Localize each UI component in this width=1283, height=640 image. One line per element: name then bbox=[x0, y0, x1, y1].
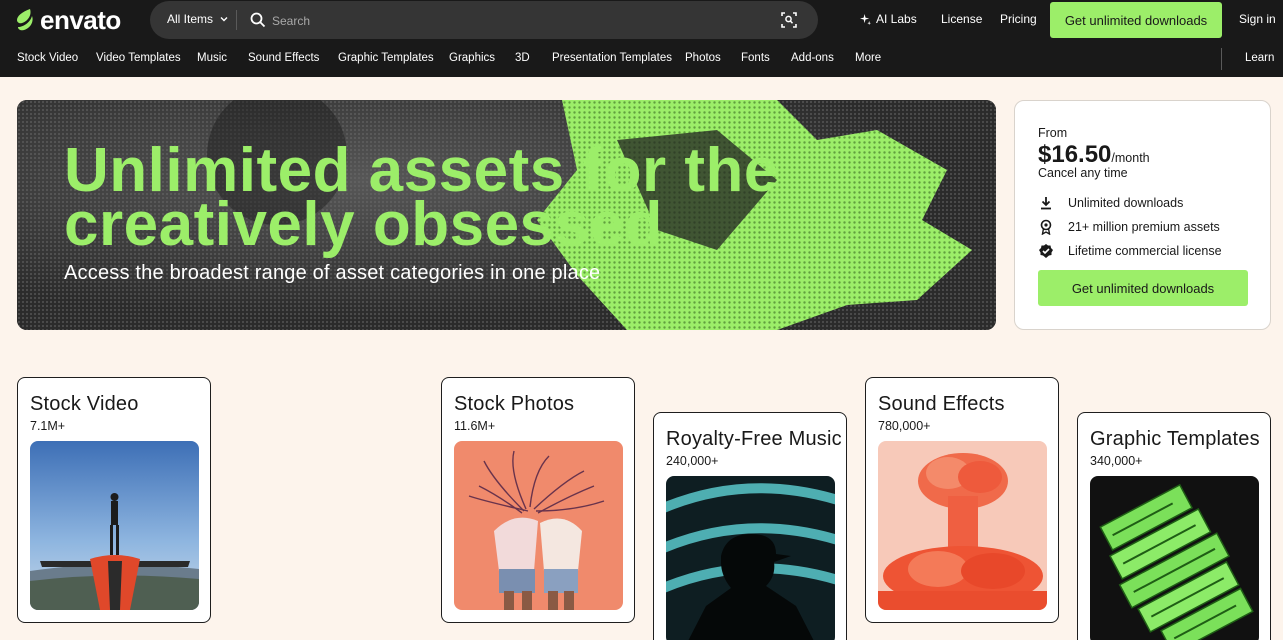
category-title: Stock Video bbox=[30, 393, 139, 415]
category-title: Sound Effects bbox=[878, 393, 1005, 415]
image-search-icon[interactable] bbox=[780, 11, 798, 29]
feature-label: Unlimited downloads bbox=[1068, 196, 1184, 210]
nav-music[interactable]: Music bbox=[197, 52, 227, 64]
price: $16.50 /month bbox=[1038, 141, 1150, 169]
feature-premium-assets: 21+ million premium assets bbox=[1038, 219, 1220, 235]
graphic-templates-thumbnail bbox=[1090, 476, 1259, 640]
feature-commercial-license: Lifetime commercial license bbox=[1038, 243, 1222, 259]
ai-labs-label: AI Labs bbox=[876, 12, 917, 26]
feature-label: Lifetime commercial license bbox=[1068, 244, 1222, 258]
nav-sound-effects[interactable]: Sound Effects bbox=[248, 52, 319, 64]
award-icon bbox=[1040, 219, 1052, 235]
nav-graphics[interactable]: Graphics bbox=[449, 52, 495, 64]
nav-divider bbox=[1221, 48, 1222, 70]
get-unlimited-downloads-button[interactable]: Get unlimited downloads bbox=[1050, 2, 1222, 38]
pricing-cta-button[interactable]: Get unlimited downloads bbox=[1038, 270, 1248, 306]
hero-banner: Unlimited assets for the creatively obse… bbox=[17, 100, 996, 330]
nav-stock-video[interactable]: Stock Video bbox=[17, 52, 78, 64]
category-count: 340,000+ bbox=[1090, 454, 1143, 468]
hero-title-line-2: creatively obsessed bbox=[64, 190, 663, 259]
search-icon[interactable] bbox=[250, 12, 266, 28]
cancel-note: Cancel any time bbox=[1038, 166, 1128, 180]
ai-labs-link[interactable]: AI Labs bbox=[860, 12, 917, 26]
category-card-royalty-free-music[interactable]: Royalty-Free Music 240,000+ bbox=[653, 412, 847, 640]
category-count: 11.6M+ bbox=[454, 419, 496, 433]
pricing-card: From $16.50 /month Cancel any time Unlim… bbox=[1014, 100, 1271, 330]
hero-subtitle: Access the broadest range of asset categ… bbox=[64, 262, 601, 284]
stock-photos-thumbnail bbox=[454, 441, 623, 610]
royalty-free-music-thumbnail bbox=[666, 476, 835, 640]
search-bar: All Items bbox=[150, 1, 818, 39]
nav-video-templates[interactable]: Video Templates bbox=[96, 52, 181, 64]
stock-video-thumbnail bbox=[30, 441, 199, 610]
sound-effects-thumbnail bbox=[878, 441, 1047, 610]
feature-label: 21+ million premium assets bbox=[1068, 220, 1220, 234]
category-count: 7.1M+ bbox=[30, 419, 66, 433]
category-title: Graphic Templates bbox=[1090, 428, 1260, 450]
nav-photos[interactable]: Photos bbox=[685, 52, 721, 64]
search-input[interactable] bbox=[272, 10, 762, 32]
nav-more[interactable]: More bbox=[855, 52, 881, 64]
category-select-label: All Items bbox=[167, 12, 214, 26]
envato-leaf-icon bbox=[17, 9, 33, 31]
nav-fonts[interactable]: Fonts bbox=[741, 52, 770, 64]
pricing-link[interactable]: Pricing bbox=[1000, 12, 1037, 26]
category-card-sound-effects[interactable]: Sound Effects 780,000+ bbox=[865, 377, 1059, 623]
chevron-down-icon bbox=[220, 17, 228, 22]
price-period: /month bbox=[1111, 151, 1150, 165]
price-amount: $16.50 bbox=[1038, 141, 1112, 168]
category-card-graphic-templates[interactable]: Graphic Templates 340,000+ bbox=[1077, 412, 1271, 640]
nav-add-ons[interactable]: Add-ons bbox=[791, 52, 834, 64]
search-divider bbox=[236, 10, 237, 30]
badge-check-icon bbox=[1039, 244, 1053, 258]
sign-in-link[interactable]: Sign in bbox=[1239, 12, 1276, 26]
license-link[interactable]: License bbox=[941, 12, 982, 26]
nav-graphic-templates[interactable]: Graphic Templates bbox=[338, 52, 434, 64]
category-count: 240,000+ bbox=[666, 454, 719, 468]
nav-presentation-templates[interactable]: Presentation Templates bbox=[552, 52, 672, 64]
hero-title: Unlimited assets for the creatively obse… bbox=[64, 140, 779, 259]
category-title: Stock Photos bbox=[454, 393, 575, 415]
category-card-stock-photos[interactable]: Stock Photos 11.6M+ bbox=[441, 377, 635, 623]
nav-3d[interactable]: 3D bbox=[515, 52, 530, 64]
category-nav: Stock Video Video Templates Music Sound … bbox=[0, 40, 1283, 77]
category-card-stock-video[interactable]: Stock Video 7.1M+ bbox=[17, 377, 211, 623]
nav-learn[interactable]: Learn bbox=[1245, 52, 1274, 64]
top-navigation: envato All Items AI Labs License Pricing… bbox=[0, 0, 1283, 77]
feature-unlimited-downloads: Unlimited downloads bbox=[1038, 195, 1183, 211]
logo-wordmark: envato bbox=[40, 5, 121, 35]
download-icon bbox=[1041, 197, 1051, 210]
category-select[interactable]: All Items bbox=[167, 12, 229, 26]
category-title: Royalty-Free Music bbox=[666, 428, 842, 450]
price-from-label: From bbox=[1038, 126, 1068, 140]
sparkle-icon bbox=[860, 13, 871, 25]
category-count: 780,000+ bbox=[878, 419, 931, 433]
envato-logo[interactable]: envato bbox=[16, 7, 121, 33]
